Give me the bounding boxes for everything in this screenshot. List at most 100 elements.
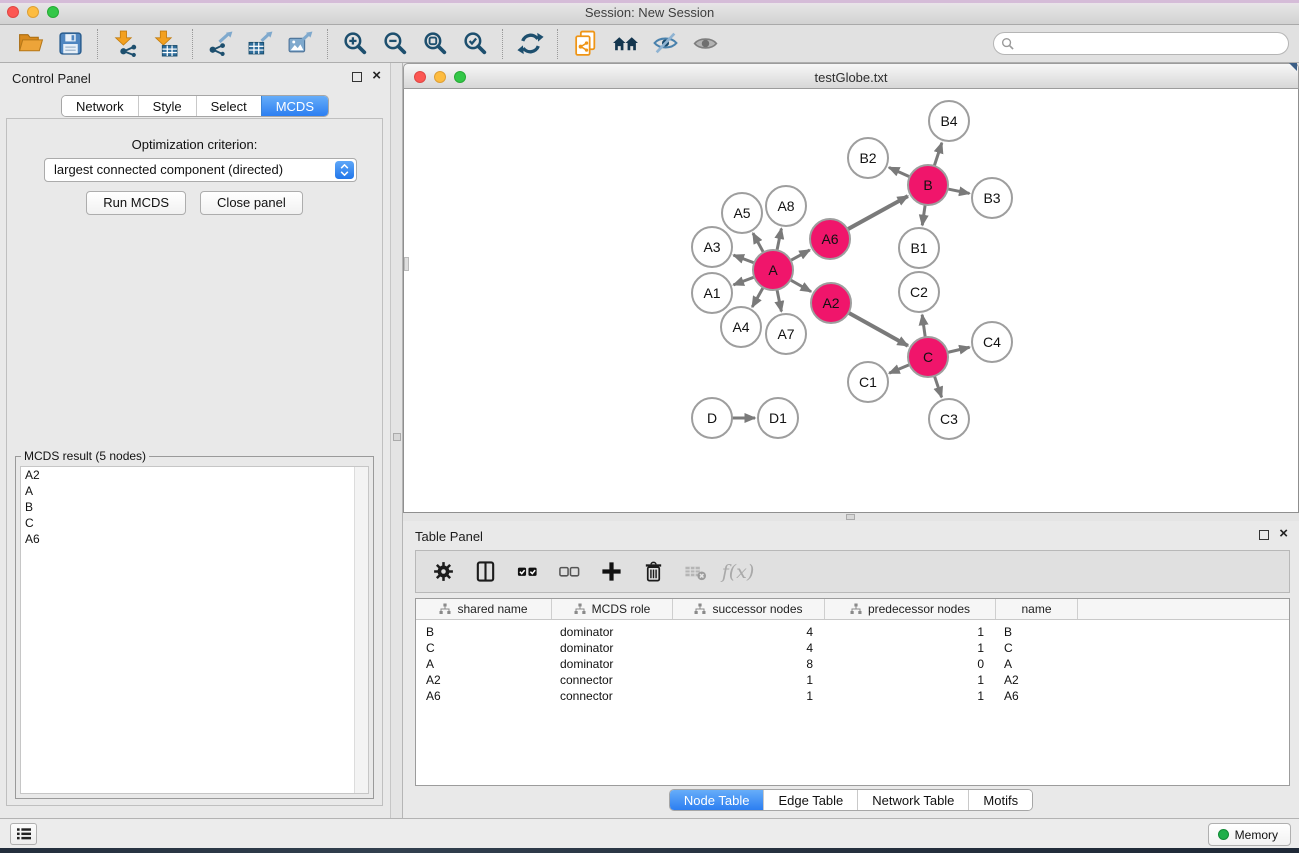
export-table-button[interactable] bbox=[240, 28, 280, 60]
graph-edge-A6-B[interactable] bbox=[846, 196, 908, 230]
optimization-criterion-select[interactable]: largest connected component (directed) bbox=[44, 158, 357, 182]
graph-edge-C-C1[interactable] bbox=[889, 364, 911, 373]
table-cell[interactable]: 4 bbox=[673, 624, 825, 640]
table-cell[interactable]: A bbox=[996, 656, 1078, 672]
tab-motifs[interactable]: Motifs bbox=[968, 790, 1032, 810]
run-mcds-button[interactable]: Run MCDS bbox=[86, 191, 186, 215]
splitter-handle[interactable] bbox=[846, 514, 855, 520]
table-cell[interactable]: 1 bbox=[825, 640, 996, 656]
table-cell[interactable]: connector bbox=[552, 688, 673, 704]
tab-style[interactable]: Style bbox=[138, 96, 196, 116]
graph-edge-A-A8[interactable] bbox=[777, 229, 782, 253]
open-session-button[interactable] bbox=[10, 28, 50, 60]
splitter-handle[interactable] bbox=[393, 433, 401, 441]
graph-edge-C-C4[interactable] bbox=[946, 347, 970, 353]
houses-button[interactable] bbox=[605, 28, 645, 60]
export-image-button[interactable] bbox=[280, 28, 320, 60]
export-network-button[interactable] bbox=[200, 28, 240, 60]
deselect-all-button[interactable] bbox=[552, 555, 586, 589]
result-item[interactable]: A bbox=[21, 483, 368, 499]
graph-edge-A-A1[interactable] bbox=[734, 276, 757, 285]
table-row[interactable]: Bdominator41B bbox=[416, 624, 1289, 640]
import-network-button[interactable] bbox=[105, 28, 145, 60]
result-scrollbar[interactable] bbox=[354, 467, 368, 793]
table-cell[interactable]: 1 bbox=[825, 688, 996, 704]
table-cell[interactable]: B bbox=[996, 624, 1078, 640]
tab-edge-table[interactable]: Edge Table bbox=[763, 790, 857, 810]
table-cell[interactable]: C bbox=[996, 640, 1078, 656]
table-cell[interactable]: 1 bbox=[673, 688, 825, 704]
table-cell[interactable]: A6 bbox=[996, 688, 1078, 704]
tab-select[interactable]: Select bbox=[196, 96, 261, 116]
hide-graphics-button[interactable] bbox=[645, 28, 685, 60]
clone-network-button[interactable] bbox=[565, 28, 605, 60]
graph-edge-A-A4[interactable] bbox=[752, 286, 764, 307]
graph-edge-A-A7[interactable] bbox=[777, 288, 782, 312]
table-row[interactable]: Cdominator41C bbox=[416, 640, 1289, 656]
table-cell[interactable]: C bbox=[416, 640, 552, 656]
memory-button[interactable]: Memory bbox=[1208, 823, 1291, 846]
task-history-button[interactable] bbox=[10, 823, 37, 845]
table-cell[interactable]: 1 bbox=[673, 672, 825, 688]
table-cell[interactable]: A bbox=[416, 656, 552, 672]
column-header-successor-nodes[interactable]: successor nodes bbox=[673, 599, 825, 619]
select-all-button[interactable] bbox=[510, 555, 544, 589]
zoom-fit-button[interactable] bbox=[415, 28, 455, 60]
graph-edge-A-A3[interactable] bbox=[734, 255, 757, 264]
float-panel-icon[interactable] bbox=[352, 72, 362, 82]
zoom-selected-button[interactable] bbox=[455, 28, 495, 60]
float-panel-icon[interactable] bbox=[1259, 530, 1269, 540]
graph-edge-C-C3[interactable] bbox=[934, 374, 942, 397]
save-session-button[interactable] bbox=[50, 28, 90, 60]
refresh-button[interactable] bbox=[510, 28, 550, 60]
table-cell[interactable]: dominator bbox=[552, 656, 673, 672]
tab-node-table[interactable]: Node Table bbox=[670, 790, 764, 810]
graph-edge-B-B2[interactable] bbox=[889, 167, 912, 177]
show-graphics-button[interactable] bbox=[685, 28, 725, 60]
result-item[interactable]: B bbox=[21, 499, 368, 515]
table-cell[interactable]: connector bbox=[552, 672, 673, 688]
import-table-button[interactable] bbox=[145, 28, 185, 60]
graph-edge-B-B1[interactable] bbox=[922, 203, 925, 225]
table-cell[interactable]: 8 bbox=[673, 656, 825, 672]
table-cell[interactable]: dominator bbox=[552, 640, 673, 656]
close-panel-icon[interactable]: × bbox=[372, 68, 381, 84]
result-item[interactable]: A2 bbox=[21, 467, 368, 483]
table-settings-button[interactable] bbox=[426, 555, 460, 589]
dock-indicator-icon[interactable] bbox=[1289, 63, 1297, 71]
table-cell[interactable]: A2 bbox=[416, 672, 552, 688]
zoom-in-button[interactable] bbox=[335, 28, 375, 60]
column-header-shared-name[interactable]: shared name bbox=[416, 599, 552, 619]
graph-edge-A-A6[interactable] bbox=[789, 250, 810, 261]
zoom-out-button[interactable] bbox=[375, 28, 415, 60]
table-row[interactable]: Adominator80A bbox=[416, 656, 1289, 672]
table-cell[interactable]: dominator bbox=[552, 624, 673, 640]
network-canvas[interactable]: B4B2BB3A8A5A6A3B1AA1C2A2A4A7C4CC1C3DD1 bbox=[403, 89, 1299, 513]
vertical-splitter[interactable] bbox=[390, 63, 403, 818]
horizontal-splitter[interactable] bbox=[403, 513, 1299, 521]
create-column-button[interactable] bbox=[594, 555, 628, 589]
network-window-titlebar[interactable]: testGlobe.txt bbox=[403, 63, 1299, 89]
graph-edge-A2-C[interactable] bbox=[847, 312, 908, 346]
table-cell[interactable]: 1 bbox=[825, 624, 996, 640]
graph-edge-B-B3[interactable] bbox=[946, 189, 970, 194]
column-header-predecessor-nodes[interactable]: predecessor nodes bbox=[825, 599, 996, 619]
close-panel-button[interactable]: Close panel bbox=[200, 191, 303, 215]
table-row[interactable]: A2connector11A2 bbox=[416, 672, 1289, 688]
table-row[interactable]: A6connector11A6 bbox=[416, 688, 1289, 704]
tab-network[interactable]: Network bbox=[62, 96, 138, 116]
table-cell[interactable]: 4 bbox=[673, 640, 825, 656]
table-cell[interactable]: A2 bbox=[996, 672, 1078, 688]
tab-mcds[interactable]: MCDS bbox=[261, 96, 328, 116]
search-input[interactable] bbox=[993, 32, 1289, 55]
show-column-button[interactable] bbox=[468, 555, 502, 589]
table-cell[interactable]: B bbox=[416, 624, 552, 640]
close-panel-icon[interactable]: × bbox=[1279, 526, 1288, 542]
graph-edge-A-A5[interactable] bbox=[753, 233, 764, 254]
graph-edge-C-C2[interactable] bbox=[922, 315, 925, 339]
tab-network-table[interactable]: Network Table bbox=[857, 790, 968, 810]
table-cell[interactable]: 0 bbox=[825, 656, 996, 672]
column-header-mcds-role[interactable]: MCDS role bbox=[552, 599, 673, 619]
graph-edge-A-A2[interactable] bbox=[789, 279, 811, 292]
result-item[interactable]: A6 bbox=[21, 531, 368, 547]
